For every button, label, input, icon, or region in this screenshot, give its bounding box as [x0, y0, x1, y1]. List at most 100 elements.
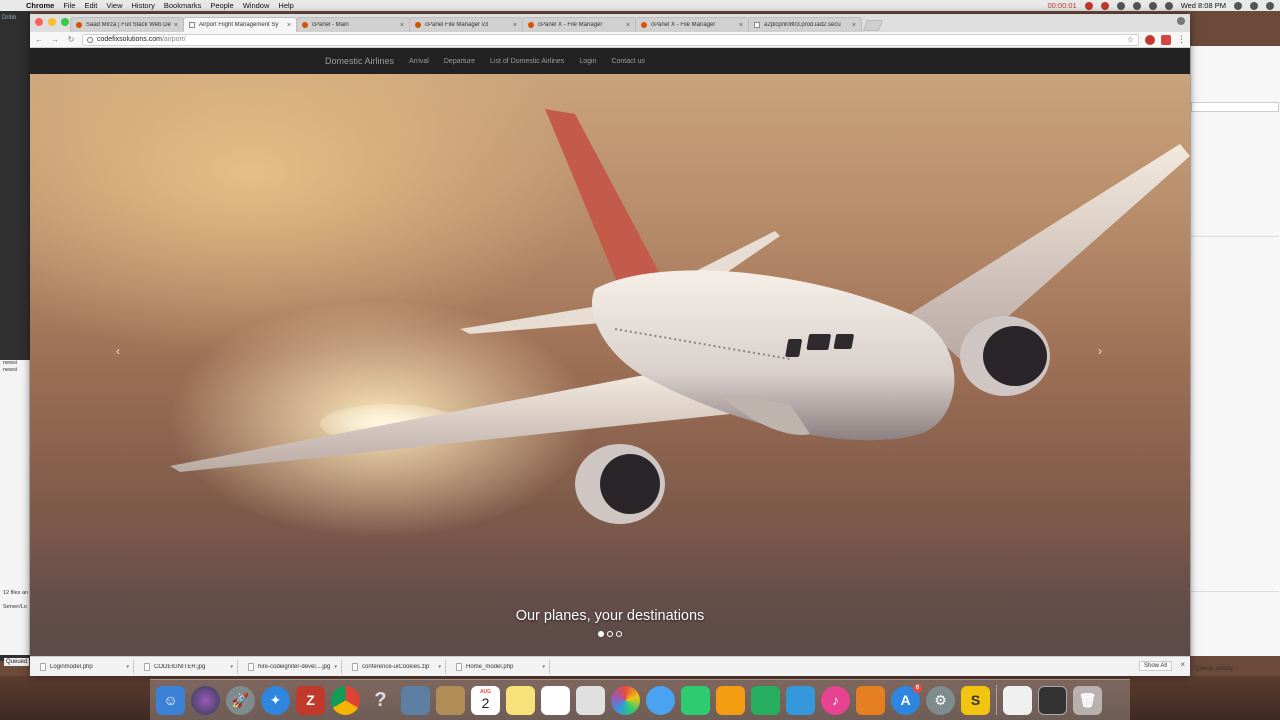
tab-a2plcpnl[interactable]: a2plcpnl0803.prod.iad2.secu × [748, 17, 862, 32]
trash-icon[interactable]: 🗑 [1073, 685, 1102, 715]
chrome-menu-icon[interactable]: ⋮ [1177, 34, 1186, 45]
notes-icon[interactable] [506, 685, 535, 715]
address-bar[interactable]: codefixsolutions.com /airport/ ☆ [82, 33, 1139, 46]
wifi-icon[interactable] [1116, 1, 1125, 10]
download-item[interactable]: Loginmodel.php ▾ [36, 659, 134, 674]
notification-center-icon[interactable] [1266, 1, 1274, 10]
menu-bookmarks[interactable]: Bookmarks [164, 1, 209, 10]
menu-app-chrome[interactable]: Chrome [26, 1, 61, 10]
chevron-down-icon[interactable]: ▾ [438, 664, 441, 670]
pages-icon[interactable] [716, 685, 745, 715]
sublime-text-icon[interactable]: S [961, 685, 990, 715]
forward-arrow-icon[interactable]: → [50, 35, 60, 45]
nav-list-of-domestic-airlines[interactable]: List of Domestic Airlines [490, 58, 564, 65]
close-window-button[interactable] [35, 18, 43, 26]
close-tab-icon[interactable]: × [287, 22, 291, 29]
close-downloads-bar-icon[interactable]: × [1180, 660, 1185, 669]
launchpad-icon[interactable]: 🚀 [226, 685, 255, 715]
carousel-indicator[interactable] [598, 631, 604, 637]
desktop-stack-icon[interactable] [1038, 685, 1067, 715]
menubar-clock[interactable]: Wed 8:08 PM [1181, 1, 1226, 10]
keynote-icon[interactable] [786, 685, 815, 715]
chevron-down-icon[interactable]: ▾ [542, 664, 545, 670]
bookmark-star-icon[interactable]: ☆ [1127, 35, 1134, 44]
chevron-down-icon[interactable]: ▾ [126, 664, 129, 670]
menu-edit[interactable]: Edit [84, 1, 104, 10]
photos-icon[interactable] [611, 685, 640, 715]
calendar-icon[interactable]: AUG 2 [471, 685, 500, 715]
download-item[interactable]: hire-codeigniter-devel....jpg ▾ [244, 659, 342, 674]
download-item[interactable]: CODEIGNITER.jpg ▾ [140, 659, 238, 674]
help-question-icon[interactable]: ? [366, 686, 395, 715]
chevron-down-icon[interactable]: ▾ [334, 664, 337, 670]
safari-icon[interactable]: ✦ [261, 685, 290, 715]
close-tab-icon[interactable]: × [174, 22, 178, 29]
close-tab-icon[interactable]: × [739, 22, 743, 29]
chrome-icon[interactable] [331, 685, 360, 715]
close-tab-icon[interactable]: × [626, 22, 630, 29]
carousel-indicator[interactable] [616, 631, 622, 637]
menu-help[interactable]: Help [278, 1, 300, 10]
numbers-icon[interactable] [751, 685, 780, 715]
new-tab-button[interactable] [862, 20, 884, 31]
page-info-icon[interactable] [87, 36, 93, 43]
zoom-window-button[interactable] [61, 18, 69, 26]
reminders-icon[interactable] [541, 685, 570, 715]
filezilla-icon[interactable]: Z [296, 685, 325, 715]
menu-history[interactable]: History [132, 1, 162, 10]
nav-login[interactable]: Login [579, 58, 596, 65]
itunes-icon[interactable]: ♪ [821, 685, 850, 715]
carousel-indicator[interactable] [607, 631, 613, 637]
download-item[interactable]: Home_model.php ▾ [452, 659, 550, 674]
close-tab-icon[interactable]: × [400, 22, 404, 29]
carousel-prev-button[interactable]: ‹ [116, 344, 120, 358]
queued-files-tab[interactable]: Queued [4, 658, 30, 666]
recording-timer[interactable]: 00:00:01 [1047, 1, 1076, 10]
extension-icon[interactable] [1161, 34, 1171, 45]
menu-people[interactable]: People [210, 1, 240, 10]
back-arrow-icon[interactable]: ← [34, 35, 44, 45]
system-preferences-icon[interactable]: ⚙ [926, 685, 955, 715]
app-store-icon[interactable]: A 6 [891, 683, 922, 715]
profile-icon[interactable] [1177, 17, 1185, 25]
nav-contact-us[interactable]: Contact us [611, 58, 644, 65]
extension-icon[interactable] [1145, 34, 1155, 45]
recorder-icon[interactable] [1100, 1, 1109, 10]
user-icon[interactable] [1250, 1, 1258, 10]
volume-icon[interactable] [1132, 1, 1141, 10]
tab-saad-mirza[interactable]: Saad Mirza | Full Stack Web De × [70, 17, 184, 32]
display-icon[interactable] [1148, 1, 1157, 10]
tab-cpanel-x-file-manager[interactable]: cPanel X - File Manager × [522, 17, 636, 32]
nav-arrival[interactable]: Arrival [409, 58, 429, 65]
reload-icon[interactable]: ↻ [66, 35, 76, 45]
show-all-downloads-button[interactable]: Show All [1138, 661, 1172, 671]
tab-airport-flight-management[interactable]: Airport Flight Management Sy × [183, 17, 297, 32]
carousel-next-button[interactable]: › [1098, 344, 1102, 358]
nav-departure[interactable]: Departure [444, 58, 475, 65]
file-icon [144, 662, 150, 671]
preview-icon[interactable] [401, 685, 430, 715]
record-icon[interactable] [1084, 1, 1093, 10]
menu-view[interactable]: View [106, 1, 129, 10]
siri-icon[interactable] [191, 685, 220, 715]
close-tab-icon[interactable]: × [852, 22, 856, 29]
document-stack-icon[interactable] [1003, 685, 1032, 715]
menu-window[interactable]: Window [243, 1, 277, 10]
messages-icon[interactable] [646, 685, 675, 715]
tab-cpanel-file-manager-v3[interactable]: cPanel File Manager v3 × [409, 17, 523, 32]
battery-icon[interactable] [1164, 1, 1173, 10]
spotlight-icon[interactable] [1234, 1, 1242, 10]
download-item[interactable]: conference-uiCookies.zip ▾ [348, 659, 446, 674]
site-brand[interactable]: Domestic Airlines [325, 56, 394, 66]
photo-booth-icon[interactable] [576, 685, 605, 715]
minimize-window-button[interactable] [48, 18, 56, 26]
close-tab-icon[interactable]: × [513, 22, 517, 29]
tab-cpanel-x-file-manager-2[interactable]: cPanel X - File Manager × [635, 17, 749, 32]
tab-cpanel-main[interactable]: cPanel - Main × [296, 17, 410, 32]
facetime-icon[interactable] [681, 685, 710, 715]
contacts-icon[interactable] [436, 685, 465, 715]
menu-file[interactable]: File [63, 1, 82, 10]
chevron-down-icon[interactable]: ▾ [230, 664, 233, 670]
finder-icon[interactable]: ☺ [156, 685, 185, 715]
ibooks-icon[interactable] [856, 685, 885, 715]
